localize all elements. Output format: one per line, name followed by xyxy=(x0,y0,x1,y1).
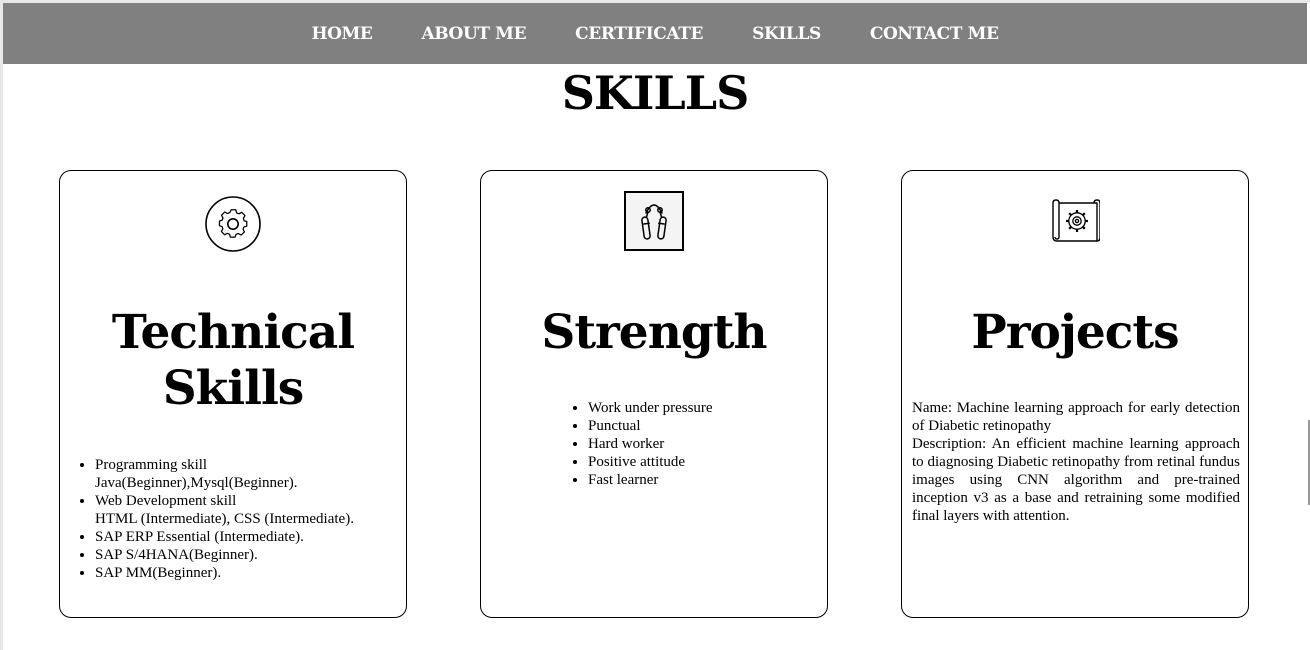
list-item: Programming skill Java(Beginner),Mysql(B… xyxy=(95,456,354,492)
technical-skills-list: Programming skill Java(Beginner),Mysql(B… xyxy=(60,456,354,582)
strength-card: Strength Work under pressure Punctual Ha… xyxy=(480,170,828,618)
skill-detail: HTML (Intermediate), CSS (Intermediate). xyxy=(95,511,354,527)
list-item: Web Development skill HTML (Intermediate… xyxy=(95,492,354,528)
projects-card: Projects Name: Machine learning approach… xyxy=(901,170,1249,618)
nav-skills-link[interactable]: SKILLS xyxy=(752,24,821,44)
blueprint-gear-icon xyxy=(1050,199,1101,247)
skill-category: Web Development skill xyxy=(95,493,237,509)
page-title: SKILLS xyxy=(561,66,750,120)
list-item: Hard worker xyxy=(588,435,713,453)
list-item: SAP S/4HANA(Beginner). xyxy=(95,546,354,564)
project-description: Name: Machine learning approach for earl… xyxy=(912,399,1240,525)
nav-certificate-link[interactable]: CERTIFICATE xyxy=(575,24,703,44)
top-navbar: HOME ABOUT ME CERTIFICATE SKILLS CONTACT… xyxy=(3,3,1307,64)
projects-title: Projects xyxy=(971,305,1179,360)
nav-home-link[interactable]: HOME xyxy=(311,24,372,44)
project-details: Description: An efficient machine learni… xyxy=(912,436,1240,524)
nav-contact-me-link[interactable]: CONTACT ME xyxy=(870,24,999,44)
hand-gripper-icon xyxy=(624,191,684,255)
list-item: SAP ERP Essential (Intermediate). xyxy=(95,528,354,546)
strength-title: Strength xyxy=(541,305,767,360)
skill-category: Programming skill xyxy=(95,457,208,473)
list-item: Punctual xyxy=(588,417,713,435)
technical-skills-title: Technical Skills xyxy=(60,305,406,417)
list-item: Positive attitude xyxy=(588,453,713,471)
nav-about-me-link[interactable]: ABOUT ME xyxy=(421,24,526,44)
skill-detail: Java(Beginner),Mysql(Beginner). xyxy=(95,475,298,491)
gear-icon xyxy=(204,195,262,257)
list-item: Fast learner xyxy=(588,471,713,489)
strength-list: Work under pressure Punctual Hard worker… xyxy=(553,399,713,489)
list-item: Work under pressure xyxy=(588,399,713,417)
technical-skills-title-line1: Technical xyxy=(111,305,355,360)
list-item: SAP MM(Beginner). xyxy=(95,564,354,582)
technical-skills-title-line2: Skills xyxy=(162,361,305,416)
project-name: Name: Machine learning approach for earl… xyxy=(912,400,1240,434)
technical-skills-card: Technical Skills Programming skill Java(… xyxy=(59,170,407,618)
